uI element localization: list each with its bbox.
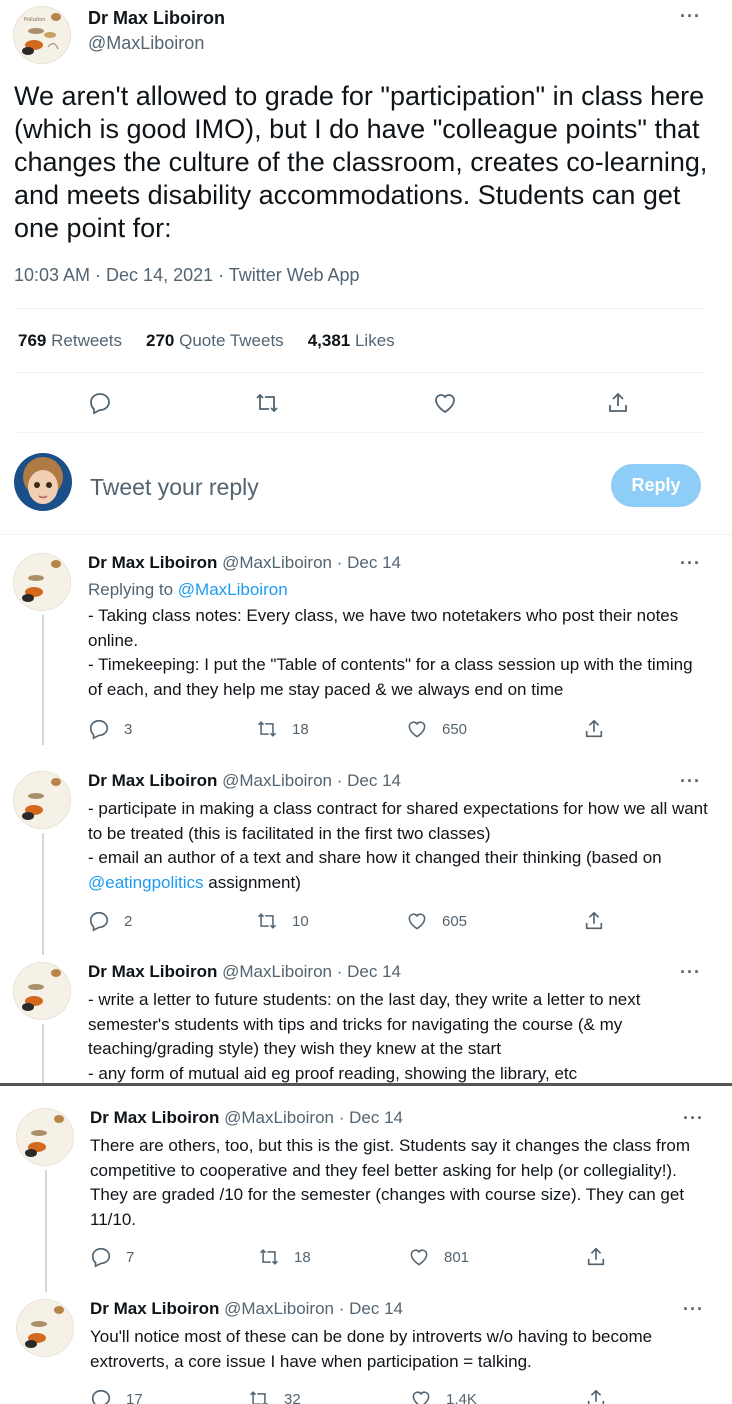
replying-to-link[interactable]: @MaxLiboiron	[178, 580, 288, 599]
more-icon[interactable]: ···	[683, 1108, 704, 1129]
reply-icon[interactable]	[90, 1388, 112, 1404]
avatar[interactable]: Pollution	[13, 6, 71, 64]
avatar[interactable]	[13, 553, 71, 611]
thread-line	[42, 833, 44, 955]
divider	[14, 308, 704, 309]
like-icon[interactable]	[406, 718, 428, 740]
quote-tweets-stat[interactable]: 270 Quote Tweets	[146, 331, 284, 351]
more-icon[interactable]: ···	[680, 553, 701, 574]
author-name[interactable]: Dr Max Liboiron	[90, 1299, 219, 1318]
handle-date[interactable]: @MaxLiboiron · Dec 14	[224, 1299, 403, 1318]
reply-action[interactable]: 2	[88, 910, 132, 932]
retweet-icon[interactable]	[256, 910, 278, 932]
more-icon[interactable]: ···	[680, 962, 701, 983]
reply-icon[interactable]	[88, 391, 112, 415]
user-avatar	[14, 453, 72, 511]
retweet-action[interactable]: 18	[258, 1246, 311, 1268]
reply-header: Dr Max Liboiron @MaxLiboiron · Dec 14	[90, 1299, 403, 1319]
mention-link[interactable]: @eatingpolitics	[88, 873, 204, 892]
share-icon[interactable]	[606, 391, 630, 415]
reply-action[interactable]: 17	[90, 1388, 143, 1404]
more-icon[interactable]: ···	[680, 6, 701, 27]
reply-text: There are others, too, but this is the g…	[90, 1136, 691, 1229]
more-icon[interactable]: ···	[680, 771, 701, 792]
like-icon[interactable]	[408, 1246, 430, 1268]
like-action[interactable]: 605	[406, 910, 467, 932]
more-icon[interactable]: ···	[683, 1299, 704, 1320]
divider	[14, 432, 704, 433]
tweet-meta: 10:03 AM · Dec 14, 2021 · Twitter Web Ap…	[14, 265, 360, 285]
divider	[0, 534, 732, 535]
reply-text: - participate in making a class contract…	[88, 799, 708, 892]
share-icon[interactable]	[585, 1388, 607, 1404]
retweet-icon[interactable]	[248, 1388, 270, 1404]
svg-text:Pollution: Pollution	[24, 17, 45, 23]
like-action[interactable]: 650	[406, 718, 467, 740]
reply-text: - write a letter to future students: on …	[88, 990, 641, 1083]
like-icon[interactable]	[406, 910, 428, 932]
retweet-action[interactable]: 10	[256, 910, 309, 932]
reply-action[interactable]: 7	[90, 1246, 134, 1268]
retweet-icon[interactable]	[254, 391, 280, 415]
handle-date[interactable]: @MaxLiboiron · Dec 14	[222, 962, 401, 981]
reply-action[interactable]: 3	[88, 718, 132, 740]
author-name[interactable]: Dr Max Liboiron	[88, 8, 225, 29]
reply-text: - Taking class notes: Every class, we ha…	[88, 606, 693, 699]
handle-date[interactable]: @MaxLiboiron · Dec 14	[222, 771, 401, 790]
reply-header: Dr Max Liboiron @MaxLiboiron · Dec 14	[90, 1108, 403, 1128]
thread-line	[42, 615, 44, 745]
retweet-icon[interactable]	[258, 1246, 280, 1268]
handle-date[interactable]: @MaxLiboiron · Dec 14	[222, 553, 401, 572]
reply-input[interactable]: Tweet your reply	[90, 474, 259, 501]
share-icon[interactable]	[583, 910, 605, 932]
author-name[interactable]: Dr Max Liboiron	[88, 553, 217, 572]
share-icon[interactable]	[583, 718, 605, 740]
reply-header: Dr Max Liboiron @MaxLiboiron · Dec 14	[88, 553, 401, 573]
thread-line	[42, 1024, 44, 1084]
likes-stat[interactable]: 4,381 Likes	[308, 331, 395, 351]
reply-header: Dr Max Liboiron @MaxLiboiron · Dec 14	[88, 771, 401, 791]
tweet-stats: 769 Retweets 270 Quote Tweets 4,381 Like…	[18, 331, 395, 351]
author-name[interactable]: Dr Max Liboiron	[88, 962, 217, 981]
like-icon[interactable]	[410, 1388, 432, 1404]
author-name[interactable]: Dr Max Liboiron	[88, 771, 217, 790]
avatar[interactable]	[13, 771, 71, 829]
retweet-action[interactable]: 18	[256, 718, 309, 740]
share-icon[interactable]	[585, 1246, 607, 1268]
like-action[interactable]: 1.4K	[410, 1388, 477, 1404]
author-name[interactable]: Dr Max Liboiron	[90, 1108, 219, 1127]
reply-header: Dr Max Liboiron @MaxLiboiron · Dec 14	[88, 962, 401, 982]
tweet-text: We aren't allowed to grade for "particip…	[14, 81, 708, 243]
retweet-icon[interactable]	[256, 718, 278, 740]
handle-date[interactable]: @MaxLiboiron · Dec 14	[224, 1108, 403, 1127]
divider	[14, 372, 704, 373]
screenshot-seam	[0, 1083, 732, 1086]
like-icon[interactable]	[432, 391, 458, 415]
retweet-action[interactable]: 32	[248, 1388, 301, 1404]
reply-button[interactable]: Reply	[611, 464, 701, 507]
reply-icon[interactable]	[88, 910, 110, 932]
thread-line	[45, 1170, 47, 1292]
like-action[interactable]: 801	[408, 1246, 469, 1268]
avatar[interactable]	[16, 1108, 74, 1166]
avatar[interactable]	[16, 1299, 74, 1357]
replying-to: Replying to @MaxLiboiron	[88, 580, 288, 599]
avatar[interactable]	[13, 962, 71, 1020]
reply-icon[interactable]	[90, 1246, 112, 1268]
reply-text: You'll notice most of these can be done …	[90, 1327, 653, 1371]
author-handle[interactable]: @MaxLiboiron	[88, 33, 204, 54]
reply-icon[interactable]	[88, 718, 110, 740]
retweets-stat[interactable]: 769 Retweets	[18, 331, 122, 351]
